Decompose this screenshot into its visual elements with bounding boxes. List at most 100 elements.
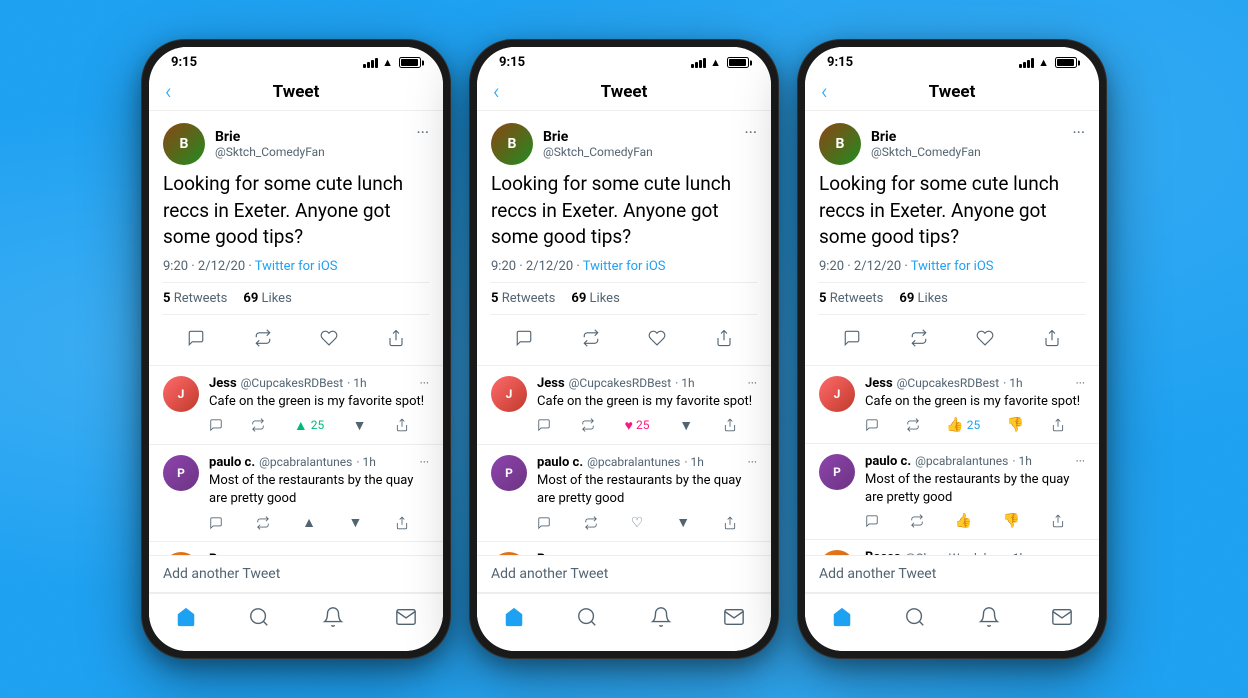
like-action-2[interactable]: [642, 323, 672, 353]
comment-action-3[interactable]: [837, 323, 867, 353]
reply-more-jess-3[interactable]: ···: [1076, 376, 1085, 390]
reply-thumbup-paulo-3[interactable]: 👍: [955, 513, 972, 529]
reply-item-paulo-2: P paulo c. @pcabralantunes · 1h ···: [477, 445, 771, 542]
share-action-1[interactable]: [381, 323, 411, 353]
signal-icon-1: [363, 58, 378, 68]
retweet-action-2[interactable]: [576, 323, 606, 353]
reply-more-paulo-1[interactable]: ···: [420, 455, 429, 469]
reply-share-jess-3[interactable]: [1051, 418, 1065, 432]
back-button-2[interactable]: ‹: [493, 80, 500, 105]
avatar-image-1: B: [163, 123, 205, 165]
tweet-source-link-1[interactable]: Twitter for iOS: [255, 259, 338, 274]
reply-avatar-jess-1: J: [163, 376, 199, 412]
nav-home-2[interactable]: [495, 602, 533, 637]
add-tweet-bar-3[interactable]: Add another Tweet: [805, 555, 1099, 593]
reply-heart-jess-2[interactable]: ♥ 25: [625, 417, 650, 434]
nav-mail-1[interactable]: [387, 602, 425, 637]
like-action-3[interactable]: [970, 323, 1000, 353]
reply-more-jess-2[interactable]: ···: [748, 376, 757, 390]
retweet-count-2: 5 Retweets: [491, 291, 555, 306]
share-action-3[interactable]: [1037, 323, 1067, 353]
nav-header-2: ‹ Tweet: [477, 74, 771, 111]
user-info-2: Brie @Sktch_ComedyFan: [543, 129, 653, 159]
reply-retweet-paulo-3[interactable]: [910, 514, 924, 528]
add-tweet-bar-1[interactable]: Add another Tweet: [149, 555, 443, 593]
reply-comment-paulo-3[interactable]: [865, 514, 879, 528]
comment-action-1[interactable]: [181, 323, 211, 353]
reply-vote-down-jess-1[interactable]: ▼: [353, 417, 367, 434]
retweet-action-1[interactable]: [248, 323, 278, 353]
comment-action-2[interactable]: [509, 323, 539, 353]
reply-comment-paulo-2[interactable]: [537, 516, 551, 530]
tweet-timestamp-2: 9:20 · 2/12/20 ·: [491, 259, 583, 274]
reply-vote-up-paulo-1[interactable]: ▲: [302, 514, 316, 531]
reply-thumbdown-paulo-3[interactable]: 👎: [1003, 513, 1020, 529]
tweet-meta-2: 9:20 · 2/12/20 · Twitter for iOS: [491, 259, 757, 274]
page-title-1: Tweet: [273, 82, 320, 102]
reply-user-jess-2: Jess @CupcakesRDBest · 1h: [537, 376, 695, 391]
reply-retweet-jess-1[interactable]: [251, 418, 265, 432]
nav-search-1[interactable]: [240, 602, 278, 637]
reply-retweet-paulo-1[interactable]: [256, 516, 270, 530]
reply-comment-jess-2[interactable]: [537, 418, 551, 432]
reply-content-jess-3: Jess @CupcakesRDBest · 1h ··· Cafe on th…: [865, 376, 1085, 433]
reply-share-paulo-3[interactable]: [1051, 514, 1065, 528]
reply-avatar-paulo-1: P: [163, 455, 199, 491]
reply-heart-paulo-2[interactable]: ♡: [631, 515, 644, 531]
nav-mail-3[interactable]: [1043, 602, 1081, 637]
reply-share-paulo-2[interactable]: [723, 516, 737, 530]
tweet-area-2: B Brie @Sktch_ComedyFan ··· Looking for …: [477, 111, 771, 651]
reply-text-jess-1: Cafe on the green is my favorite spot!: [209, 393, 429, 411]
like-action-1[interactable]: [314, 323, 344, 353]
nav-bell-2[interactable]: [642, 602, 680, 637]
reply-share-jess-2[interactable]: [723, 418, 737, 432]
tweet-source-link-3[interactable]: Twitter for iOS: [911, 259, 994, 274]
reply-vote-down-paulo-1[interactable]: ▼: [349, 514, 363, 531]
tweet-text-3: Looking for some cute lunch reccs in Exe…: [819, 171, 1085, 251]
reply-thumbup-jess-3[interactable]: 👍 25: [946, 417, 980, 433]
nav-search-2[interactable]: [568, 602, 606, 637]
nav-search-3[interactable]: [896, 602, 934, 637]
more-button-2[interactable]: ···: [744, 123, 757, 142]
share-action-2[interactable]: [709, 323, 739, 353]
reply-header-paulo-3: paulo c. @pcabralantunes · 1h ···: [865, 454, 1085, 469]
likes-count-2: 69 Likes: [571, 291, 619, 306]
tweet-source-link-2[interactable]: Twitter for iOS: [583, 259, 666, 274]
tweet-stats-3: 5 Retweets 69 Likes: [819, 282, 1085, 315]
battery-icon-2: [727, 57, 749, 68]
reply-vote-down-paulo-2[interactable]: ▼: [676, 514, 690, 531]
reply-retweet-jess-3[interactable]: [906, 418, 920, 432]
nav-home-1[interactable]: [167, 602, 205, 637]
replies-2: J Jess @CupcakesRDBest · 1h ···: [477, 366, 771, 555]
reply-more-jess-1[interactable]: ···: [420, 376, 429, 390]
more-button-1[interactable]: ···: [416, 123, 429, 142]
reply-comment-jess-3[interactable]: [865, 418, 879, 432]
status-bar-1: 9:15 ▲: [149, 47, 443, 74]
reply-header-jess-2: Jess @CupcakesRDBest · 1h ···: [537, 376, 757, 391]
user-info-1: Brie @Sktch_ComedyFan: [215, 129, 325, 159]
reply-share-paulo-1[interactable]: [395, 516, 409, 530]
reply-more-paulo-2[interactable]: ···: [748, 455, 757, 469]
nav-home-3[interactable]: [823, 602, 861, 637]
nav-bell-3[interactable]: [970, 602, 1008, 637]
reply-thumbdown-jess-3[interactable]: 👎: [1007, 417, 1024, 433]
nav-bell-1[interactable]: [314, 602, 352, 637]
reply-retweet-jess-2[interactable]: [581, 418, 595, 432]
add-tweet-bar-2[interactable]: Add another Tweet: [477, 555, 771, 593]
reply-retweet-paulo-2[interactable]: [584, 516, 598, 530]
signal-icon-3: [1019, 58, 1034, 68]
nav-mail-2[interactable]: [715, 602, 753, 637]
retweet-action-3[interactable]: [904, 323, 934, 353]
reply-comment-jess-1[interactable]: [209, 418, 223, 432]
back-button-1[interactable]: ‹: [165, 80, 172, 105]
main-tweet-header-3: B Brie @Sktch_ComedyFan ···: [819, 123, 1085, 165]
more-button-3[interactable]: ···: [1072, 123, 1085, 142]
reply-comment-paulo-1[interactable]: [209, 516, 223, 530]
reply-share-jess-1[interactable]: [395, 418, 409, 432]
reply-text-jess-2: Cafe on the green is my favorite spot!: [537, 393, 757, 411]
back-button-3[interactable]: ‹: [821, 80, 828, 105]
reply-vote-down-jess-2[interactable]: ▼: [679, 417, 693, 434]
reply-vote-up-jess-1[interactable]: ▲ 25: [294, 417, 324, 434]
reply-more-paulo-3[interactable]: ···: [1076, 454, 1085, 468]
status-bar-2: 9:15 ▲: [477, 47, 771, 74]
